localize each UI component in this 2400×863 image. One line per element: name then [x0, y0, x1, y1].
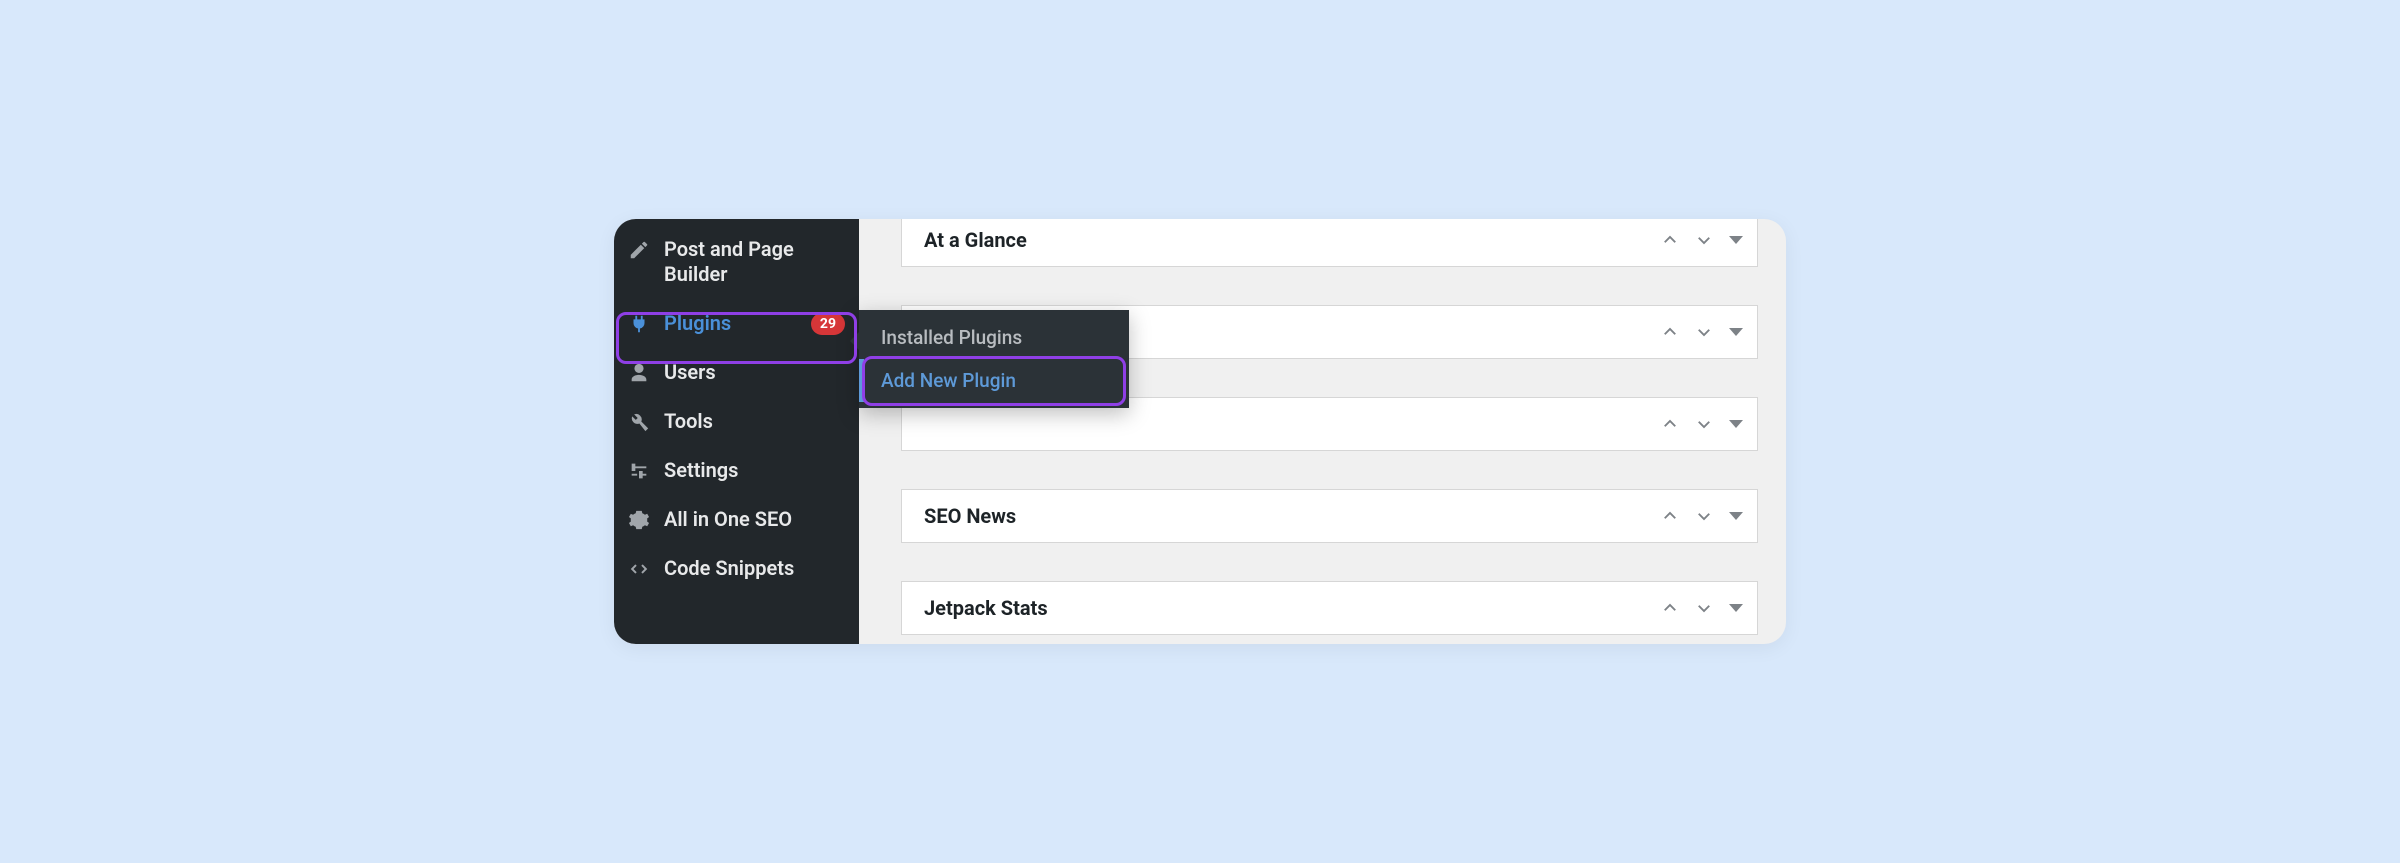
widget-controls [1661, 599, 1743, 617]
widget-title: Jetpack Stats [924, 596, 1661, 620]
collapse-toggle-icon[interactable] [1729, 236, 1743, 244]
widget-controls [1661, 415, 1743, 433]
sidebar-item-settings[interactable]: Settings [614, 446, 859, 495]
sidebar-item-label: Post and Page Builder [664, 237, 845, 287]
sidebar-item-label: Tools [664, 409, 845, 434]
submenu-add-new-plugin[interactable]: Add New Plugin [859, 359, 1129, 402]
widget-at-a-glance: At a Glance [901, 219, 1758, 267]
sidebar-item-label: Code Snippets [664, 556, 845, 581]
sidebar-item-post-page-builder[interactable]: Post and Page Builder [614, 225, 859, 299]
move-down-icon[interactable] [1695, 231, 1713, 249]
move-down-icon[interactable] [1695, 415, 1713, 433]
sidebar-item-plugins[interactable]: Plugins 29 [614, 299, 859, 348]
pencil-icon [628, 239, 650, 261]
move-up-icon[interactable] [1661, 231, 1679, 249]
collapse-toggle-icon[interactable] [1729, 420, 1743, 428]
dashboard-content: At a Glance SEO News [859, 219, 1786, 644]
user-icon [628, 362, 650, 384]
submenu-installed-plugins[interactable]: Installed Plugins [859, 316, 1129, 359]
wrench-icon [628, 411, 650, 433]
gear-icon [628, 509, 650, 531]
sliders-icon [628, 460, 650, 482]
widget-controls [1661, 323, 1743, 341]
widget-controls [1661, 231, 1743, 249]
sidebar-item-users[interactable]: Users [614, 348, 859, 397]
move-up-icon[interactable] [1661, 323, 1679, 341]
sidebar-item-label: Users [664, 360, 845, 385]
collapse-toggle-icon[interactable] [1729, 604, 1743, 612]
move-down-icon[interactable] [1695, 323, 1713, 341]
move-up-icon[interactable] [1661, 415, 1679, 433]
sidebar-item-label: Plugins [664, 311, 793, 336]
sidebar-item-label: All in One SEO [664, 507, 845, 532]
move-up-icon[interactable] [1661, 507, 1679, 525]
plugins-update-badge: 29 [811, 313, 845, 335]
collapse-toggle-icon[interactable] [1729, 328, 1743, 336]
move-down-icon[interactable] [1695, 599, 1713, 617]
sidebar-item-tools[interactable]: Tools [614, 397, 859, 446]
plugins-submenu: Installed Plugins Add New Plugin [859, 310, 1129, 408]
collapse-toggle-icon[interactable] [1729, 512, 1743, 520]
widget-title: At a Glance [924, 228, 1661, 252]
move-up-icon[interactable] [1661, 599, 1679, 617]
widget-controls [1661, 507, 1743, 525]
sidebar-item-code-snippets[interactable]: Code Snippets [614, 544, 859, 593]
widget-title: SEO News [924, 504, 1661, 528]
plug-icon [628, 313, 650, 335]
admin-sidebar: Post and Page Builder Plugins 29 Users T… [614, 219, 859, 644]
code-icon [628, 558, 650, 580]
sidebar-item-label: Settings [664, 458, 845, 483]
move-down-icon[interactable] [1695, 507, 1713, 525]
sidebar-item-aioseo[interactable]: All in One SEO [614, 495, 859, 544]
app-frame: Post and Page Builder Plugins 29 Users T… [614, 219, 1786, 644]
widget-seo-news: SEO News [901, 489, 1758, 543]
widget-jetpack-stats: Jetpack Stats [901, 581, 1758, 635]
